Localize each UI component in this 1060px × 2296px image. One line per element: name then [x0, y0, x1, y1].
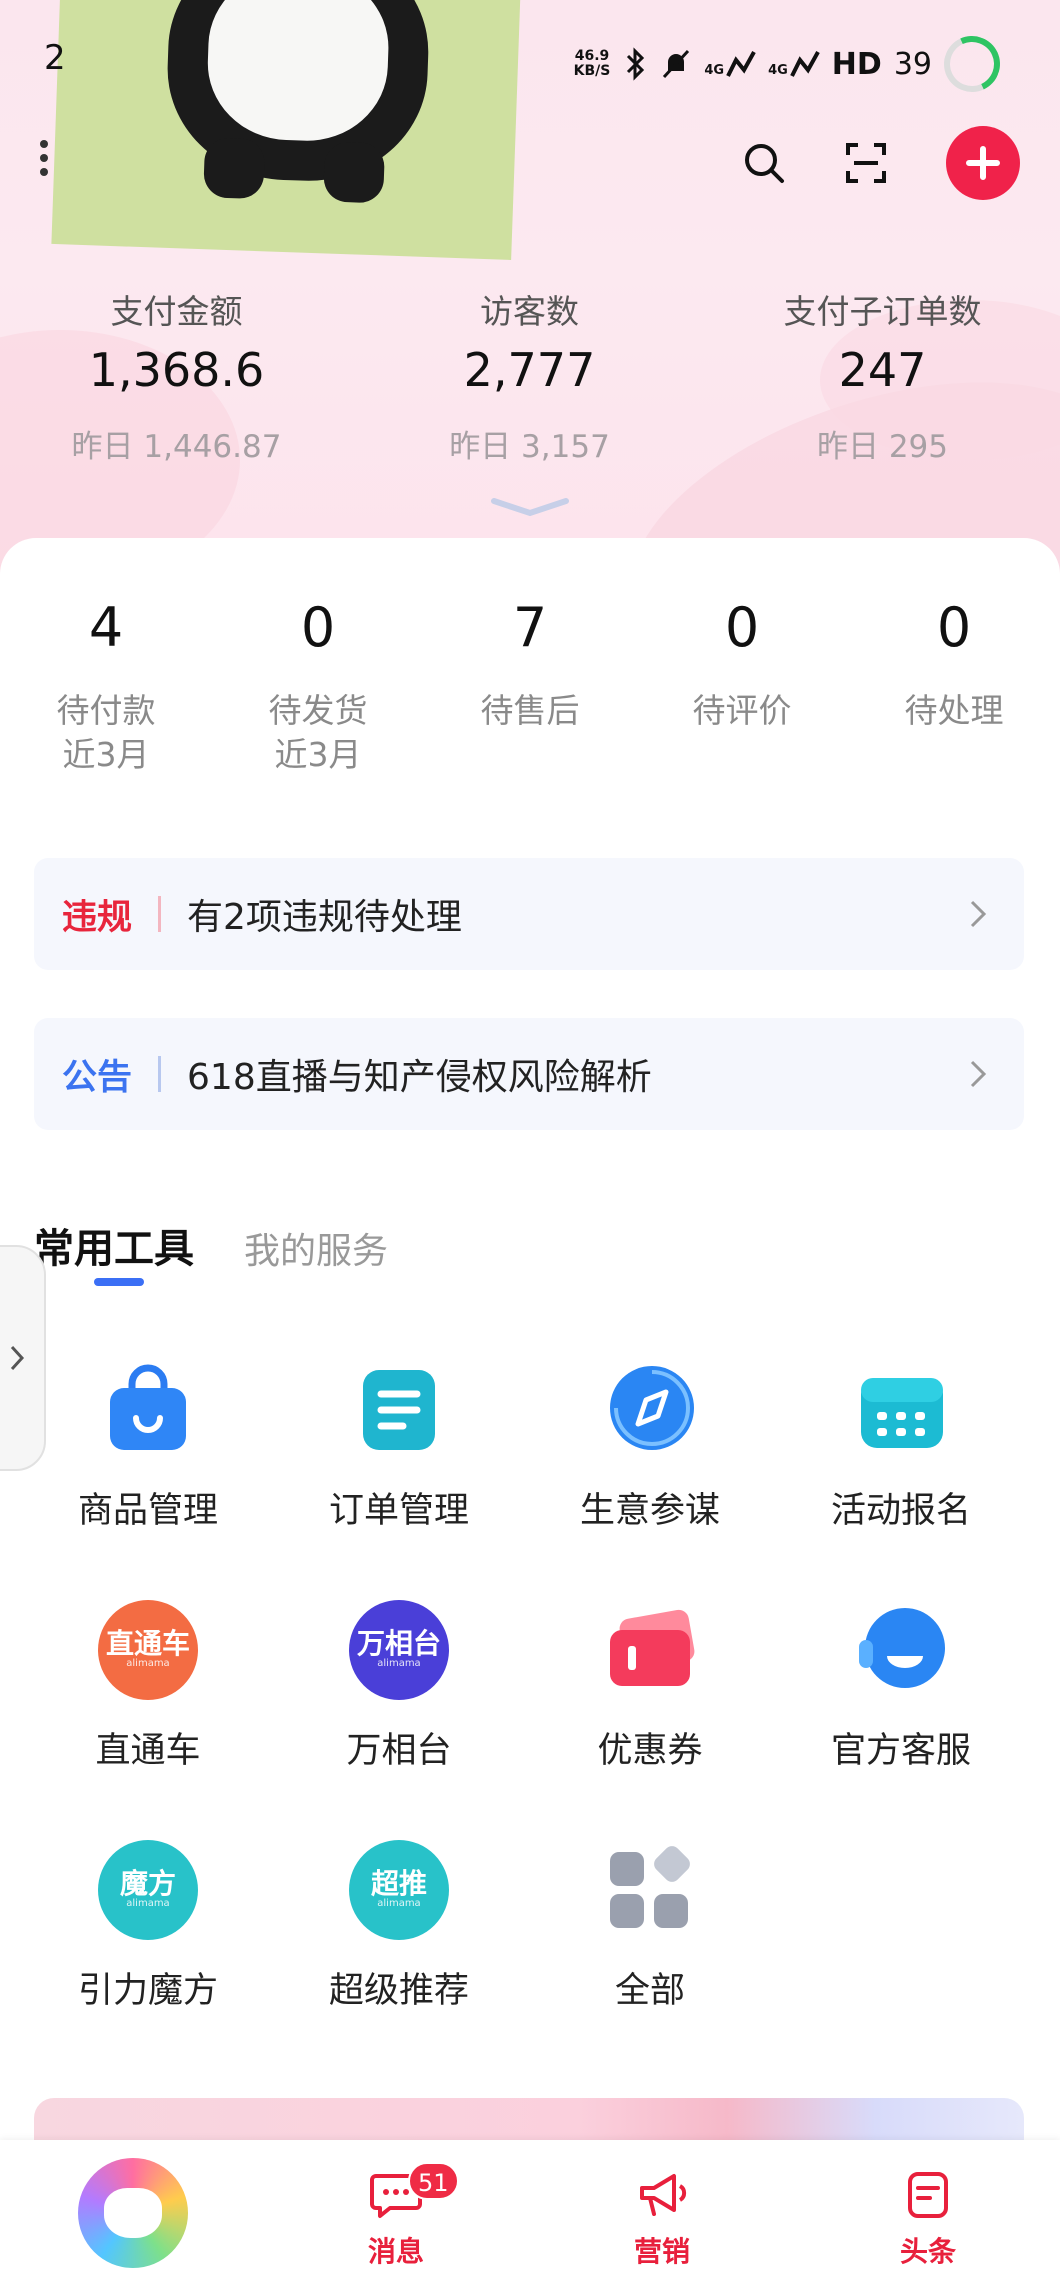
home-logo-icon[interactable]: [78, 2158, 188, 2268]
expand-chevron-icon[interactable]: [490, 495, 570, 519]
order-pending-shipment[interactable]: 0 待发货 近3月: [212, 596, 424, 777]
tool-coupon[interactable]: 优惠券: [525, 1600, 775, 1773]
tool-chaoji-tuijian[interactable]: 超推 alimama 超级推荐: [274, 1840, 524, 2013]
kpi-sub-orders[interactable]: 支付子订单数 247 昨日 295: [706, 285, 1059, 466]
tool-official-service[interactable]: 官方客服: [776, 1600, 1026, 1773]
mute-bell-icon: [663, 49, 690, 79]
chevron-right-icon: [10, 1345, 25, 1371]
order-pending-review[interactable]: 0 待评价: [636, 596, 848, 777]
calendar-icon: [851, 1360, 951, 1460]
compass-icon: [600, 1360, 700, 1460]
side-drawer-handle[interactable]: [0, 1245, 46, 1471]
search-icon[interactable]: [742, 141, 786, 185]
violation-notice[interactable]: 违规 有2项违规待处理: [34, 858, 1024, 970]
kpi-row: 支付金额 1,368.6 昨日 1,446.87 访客数 2,777 昨日 3,…: [0, 285, 1060, 466]
mofang-icon: 魔方 alimama: [98, 1840, 198, 1940]
kpi-visitors[interactable]: 访客数 2,777 昨日 3,157: [353, 285, 706, 466]
nav-headlines[interactable]: 头条: [868, 2170, 988, 2270]
scan-icon[interactable]: [844, 141, 888, 185]
battery-ring-icon: [936, 28, 1008, 100]
tab-underline: [94, 1278, 144, 1286]
signal-icon: [790, 51, 820, 77]
battery-level: 39: [893, 46, 932, 82]
message-count-badge: 51: [408, 2162, 459, 2200]
news-icon: [908, 2172, 948, 2218]
chaotui-icon: 超推 alimama: [349, 1840, 449, 1940]
tab-my-services[interactable]: 我的服务: [244, 1222, 388, 1274]
tool-ztc[interactable]: 直通车 alimama 直通车: [23, 1600, 273, 1773]
signal-icon: [726, 51, 756, 77]
tool-product-management[interactable]: 商品管理: [23, 1360, 273, 1533]
chevron-right-icon: [970, 1060, 987, 1088]
tab-common-tools[interactable]: 常用工具: [34, 1216, 194, 1286]
order-pending-handle[interactable]: 0 待处理: [848, 596, 1060, 777]
tool-order-management[interactable]: 订单管理: [274, 1360, 524, 1533]
all-apps-icon: [600, 1840, 700, 1940]
tool-all[interactable]: 全部: [525, 1840, 775, 2013]
announcement-notice[interactable]: 公告 618直播与知产侵权风险解析: [34, 1018, 1024, 1130]
nav-marketing[interactable]: 营销: [602, 2170, 722, 2270]
status-bar: 2 46.9 KB/S 4G 4G HD 39: [0, 28, 1060, 100]
kpi-payment-amount[interactable]: 支付金额 1,368.6 昨日 1,446.87: [0, 285, 353, 466]
signal-1: 4G: [704, 50, 756, 78]
tool-wanxiangtai[interactable]: 万相台 alimama 万相台: [274, 1600, 524, 1773]
order-status-row: 4 待付款 近3月 0 待发货 近3月 7 待售后 0 待评价 0 待处理: [0, 596, 1060, 777]
megaphone-icon: [640, 2174, 687, 2216]
hd-label: HD: [831, 46, 882, 82]
chevron-right-icon: [970, 900, 987, 928]
ztc-icon: 直通车 alimama: [98, 1600, 198, 1700]
status-time: 2: [44, 38, 66, 78]
tools-tabs: 常用工具 我的服务: [34, 1216, 388, 1286]
bluetooth-icon: [627, 47, 645, 81]
wxt-icon: 万相台 alimama: [349, 1600, 449, 1700]
net-speed: 46.9 KB/S: [573, 48, 611, 79]
tool-activity-signup[interactable]: 活动报名: [776, 1360, 1026, 1533]
order-after-sales[interactable]: 7 待售后: [424, 596, 636, 777]
more-menu-icon[interactable]: [40, 140, 50, 180]
document-icon: [349, 1360, 449, 1460]
plus-icon: [966, 146, 1000, 180]
headset-icon: [851, 1600, 951, 1700]
signal-2: 4G: [768, 50, 820, 78]
tool-yinli-mofang[interactable]: 魔方 alimama 引力魔方: [23, 1840, 273, 2013]
bag-icon: [98, 1360, 198, 1460]
nav-messages[interactable]: 51 消息: [336, 2162, 459, 2270]
coupon-icon: [600, 1600, 700, 1700]
header-actions: [742, 126, 1020, 200]
add-button[interactable]: [946, 126, 1020, 200]
tool-business-advisor[interactable]: 生意参谋: [525, 1360, 775, 1533]
order-pending-payment[interactable]: 4 待付款 近3月: [0, 596, 212, 777]
